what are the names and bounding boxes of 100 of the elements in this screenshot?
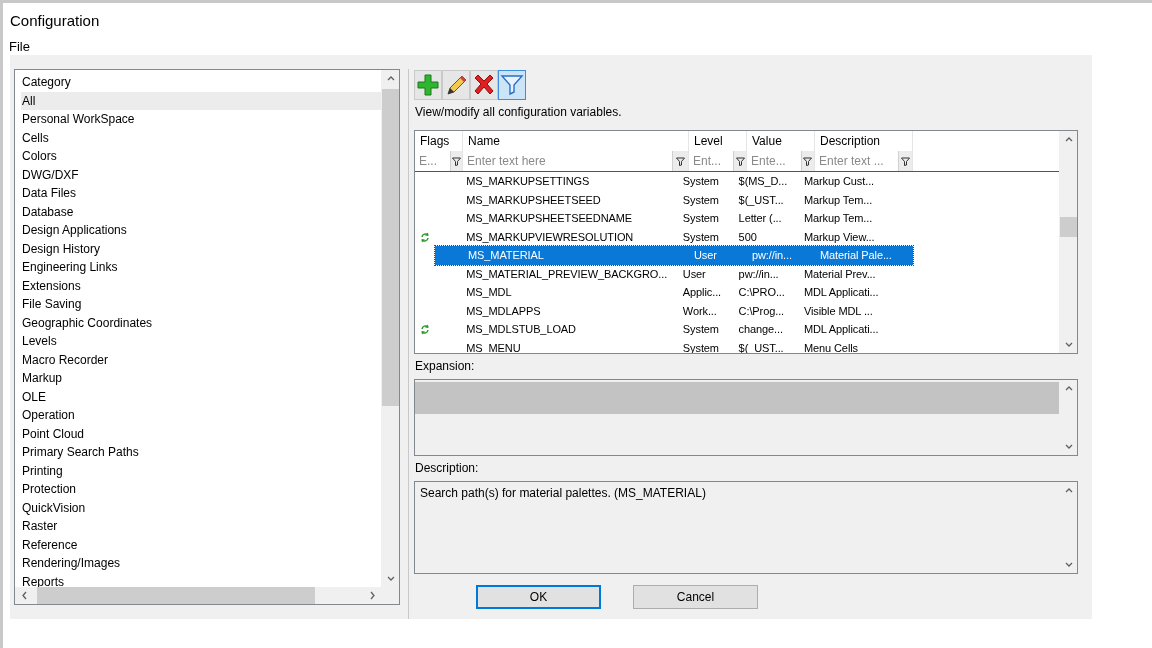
table-cell-text: Markup Tem... — [802, 211, 874, 226]
list-header: Category — [21, 74, 72, 91]
filter-icon — [676, 156, 686, 166]
category-item[interactable]: Protection — [21, 480, 381, 499]
category-item[interactable]: Operation — [21, 406, 381, 425]
table-cell-text: Letter (... — [737, 211, 783, 226]
scroll-thumb[interactable] — [1059, 217, 1077, 237]
table-row[interactable]: MS_MARKUPVIEWRESOLUTION System 500 Markup View... — [415, 227, 893, 246]
table-cell-text: $(MS_D... — [737, 174, 789, 189]
table-cell-text: MS_MARKUPSETTINGS — [465, 174, 591, 189]
pencil-icon — [444, 73, 468, 97]
table-cell-text: System — [681, 322, 720, 337]
table-row[interactable]: MS_MDLAPPS Work... C:\Prog... Visible MDL ... — [415, 301, 893, 320]
scrollbar[interactable] — [1059, 131, 1077, 353]
category-item[interactable]: Primary Search Paths — [21, 443, 381, 462]
table-cell-text: MS_MENU — [465, 340, 522, 353]
category-item[interactable]: File Saving — [21, 295, 381, 314]
table-cell-text: User — [681, 266, 707, 282]
category-item[interactable]: Design History — [21, 239, 381, 258]
category-item[interactable]: Database — [21, 202, 381, 221]
table-cell-text: System — [681, 211, 720, 226]
table-cell-text: pw://in... — [737, 266, 780, 282]
table-row[interactable]: MS_MENU System $(_UST... Menu Cells — [415, 338, 893, 353]
filter-button[interactable] — [672, 151, 688, 171]
scroll-thumb[interactable] — [37, 587, 315, 604]
category-item[interactable]: Macro Recorder — [21, 350, 381, 369]
category-item[interactable]: All — [21, 91, 381, 110]
category-item[interactable]: Data Files — [21, 184, 381, 203]
scroll-up-icon — [1063, 135, 1073, 144]
table-cell-text: pw://in... — [751, 248, 793, 263]
category-item[interactable]: Markup — [21, 369, 381, 388]
table-row[interactable]: MS_MATERIAL User pw://in... Material Pale... — [435, 246, 913, 265]
category-item[interactable]: OLE — [21, 387, 381, 406]
edit-button[interactable] — [442, 70, 470, 100]
table-cell-text: System — [681, 174, 720, 189]
category-item[interactable]: Rendering/Images — [21, 554, 381, 573]
table-row[interactable]: MS_MARKUPSHEETSEED System $(_UST... Markup Tem... — [415, 190, 893, 209]
table-row[interactable]: MS_MATERIAL_PREVIEW_BACKGRO... User pw://in... Material Prev... — [415, 264, 893, 283]
table-cell-text: Markup Tem... — [802, 192, 874, 208]
table-cell-text: MS_MARKUPVIEWRESOLUTION — [465, 229, 635, 245]
table-cell-text: C:\Prog... — [737, 303, 786, 319]
table-cell-text: Visible MDL ... — [802, 303, 874, 319]
filter-button[interactable] — [733, 151, 746, 171]
table-row[interactable]: MS_MARKUPSHEETSEEDNAME System Letter (... Markup Tem... — [415, 209, 893, 228]
scroll-down-icon — [1063, 560, 1073, 569]
filter-icon — [735, 156, 745, 166]
category-item[interactable]: Design Applications — [21, 221, 381, 240]
category-item[interactable]: Extensions — [21, 276, 381, 295]
window-title: Configuration — [9, 11, 101, 31]
scroll-up-icon — [1063, 486, 1073, 495]
plus-icon — [416, 73, 440, 97]
table-cell-text: Applic... — [681, 285, 723, 300]
category-item[interactable]: Reference — [21, 535, 381, 554]
table-cell-text: Work... — [681, 303, 718, 319]
table-cell-text: change... — [737, 322, 784, 337]
delete-button[interactable] — [470, 70, 498, 100]
table-cell-text: MS_MATERIAL — [467, 248, 545, 263]
filter-icon — [803, 156, 813, 166]
scroll-down-icon — [1063, 442, 1073, 451]
filter-icon — [900, 156, 910, 166]
cross-icon — [472, 73, 496, 97]
table-cell-text: System — [681, 192, 720, 208]
table-row[interactable]: MS_MDL Applic... C:\PRO... MDL Applicati... — [415, 283, 893, 302]
table-cell-text: User — [693, 248, 718, 263]
scrollbar[interactable] — [381, 70, 399, 587]
category-item[interactable]: Levels — [21, 332, 381, 351]
add-button[interactable] — [414, 70, 442, 100]
table-cell-text: Markup View... — [802, 229, 876, 245]
dialog-button[interactable]: OK — [476, 585, 601, 609]
description-text: Search path(s) for material palettes. (MS_MATERIAL) — [420, 485, 707, 502]
category-item[interactable]: Point Cloud — [21, 424, 381, 443]
table-cell-text: MS_MARKUPSHEETSEED — [465, 192, 602, 208]
table-cell-text: MDL Applicati... — [802, 322, 880, 337]
table-cell-text: Material Pale... — [819, 248, 893, 263]
scroll-down-icon — [385, 574, 395, 583]
category-item[interactable]: DWG/DXF — [21, 165, 381, 184]
table-cell-text: $(_UST... — [737, 340, 785, 353]
table-cell-text: MS_MARKUPSHEETSEEDNAME — [465, 211, 634, 226]
scroll-thumb[interactable] — [381, 89, 399, 406]
dialog-button[interactable]: Cancel — [633, 585, 758, 609]
table-cell-text: MS_MDLAPPS — [465, 303, 542, 319]
table-row[interactable]: MS_MARKUPSETTINGS System $(MS_D... Markup Cust... — [415, 172, 893, 191]
category-item[interactable]: Personal WorkSpace — [21, 110, 381, 129]
category-item[interactable]: Colors — [21, 147, 381, 166]
menu-item[interactable]: File — [9, 37, 30, 55]
table-cell-text: MS_MDLSTUB_LOAD — [465, 322, 577, 337]
hint-text: View/modify all configuration variables. — [414, 104, 623, 121]
category-item[interactable]: Geographic Coordinates — [21, 313, 381, 332]
table-cell-text: MS_MATERIAL_PREVIEW_BACKGRO... — [465, 266, 669, 282]
category-item[interactable]: Printing — [21, 461, 381, 480]
scroll-up-icon — [385, 74, 395, 83]
table-cell-text: $(_UST... — [737, 192, 785, 208]
table-row[interactable]: MS_MDLSTUB_LOAD System change... MDL Applicati... — [415, 320, 893, 339]
category-item[interactable]: QuickVision — [21, 498, 381, 517]
table-cell-text: Menu Cells — [802, 340, 859, 353]
category-item[interactable]: Raster — [21, 517, 381, 536]
category-item[interactable]: Engineering Links — [21, 258, 381, 277]
category-item[interactable]: Cells — [21, 128, 381, 147]
filter-icon — [500, 73, 524, 97]
description-label: Description: — [414, 460, 480, 477]
